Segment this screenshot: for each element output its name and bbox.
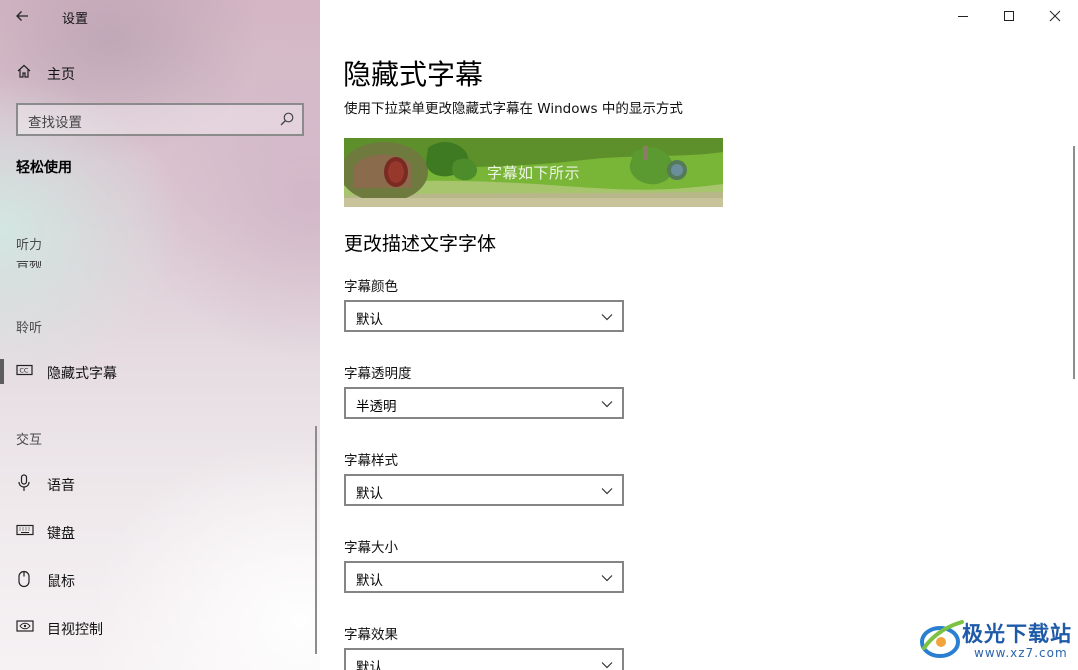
close-icon xyxy=(1049,10,1061,22)
close-button[interactable] xyxy=(1032,0,1078,32)
sidebar-scrollbar[interactable] xyxy=(315,426,317,654)
watermark-text: 极光下载站 xyxy=(962,622,1072,646)
caption-transparency-dropdown[interactable]: 半透明 xyxy=(344,387,624,419)
dropdown-value: 默认 xyxy=(356,486,383,502)
watermark: 极光下载站 www.xz7.com xyxy=(918,614,1074,666)
window-title: 设置 xyxy=(62,12,89,27)
sidebar-item-speech[interactable]: 语音 xyxy=(0,464,318,504)
sidebar-item-label: 音频 xyxy=(16,261,42,268)
caption-preview-image: 字幕如下所示 xyxy=(344,138,723,207)
home-icon xyxy=(16,63,34,81)
caption-style-dropdown[interactable]: 默认 xyxy=(344,474,624,506)
caption-color-label: 字幕颜色 xyxy=(344,279,398,295)
minimize-icon xyxy=(958,16,968,17)
sidebar-item-label: 目视控制 xyxy=(47,622,103,638)
chevron-down-icon xyxy=(600,396,614,410)
sidebar-item-closed-captions[interactable]: CC 隐藏式字幕 xyxy=(0,352,318,392)
search-input[interactable]: 查找设置 xyxy=(16,103,304,136)
eye-control-icon xyxy=(16,618,34,636)
microphone-icon xyxy=(16,474,34,492)
dropdown-value: 默认 xyxy=(356,660,383,670)
section-title: 更改描述文字字体 xyxy=(344,233,497,255)
sidebar-item-label: 键盘 xyxy=(47,526,75,542)
caption-size-dropdown[interactable]: 默认 xyxy=(344,561,624,593)
section-heading-interaction: 交互 xyxy=(16,433,43,448)
chevron-down-icon xyxy=(600,570,614,584)
dropdown-value: 半透明 xyxy=(356,399,397,415)
chevron-down-icon xyxy=(600,309,614,323)
svg-text:CC: CC xyxy=(19,367,29,375)
sidebar-item-mouse[interactable]: 鼠标 xyxy=(0,560,318,600)
sidebar-item-home[interactable]: 主页 xyxy=(0,53,318,93)
caption-effects-label: 字幕效果 xyxy=(344,627,398,643)
preview-caption-text: 字幕如下所示 xyxy=(486,164,580,182)
category-heading: 轻松使用 xyxy=(16,160,72,176)
sidebar: 设置 主页 查找设置 轻松使用 听力 音频 聆听 CC 隐藏式字幕 交互 语音 … xyxy=(0,0,320,670)
caption-effects-dropdown[interactable]: 默认 xyxy=(344,648,624,670)
caption-size-label: 字幕大小 xyxy=(344,540,398,556)
dropdown-value: 默认 xyxy=(356,573,383,589)
search-placeholder: 查找设置 xyxy=(28,115,82,131)
sidebar-item-label: 隐藏式字幕 xyxy=(47,366,117,382)
section-heading-listening: 聆听 xyxy=(16,321,43,336)
back-arrow-icon xyxy=(16,11,28,21)
main-scrollbar[interactable] xyxy=(1073,146,1075,379)
watermark-logo-icon xyxy=(920,620,964,658)
closed-caption-icon: CC xyxy=(16,362,34,380)
minimize-button[interactable] xyxy=(940,0,986,32)
page-title: 隐藏式字幕 xyxy=(343,58,484,91)
maximize-button[interactable] xyxy=(986,0,1032,32)
maximize-icon xyxy=(1004,11,1014,21)
sidebar-item-label: 主页 xyxy=(47,67,75,83)
sidebar-item-keyboard[interactable]: 键盘 xyxy=(0,512,318,552)
sidebar-item-eye-control[interactable]: 目视控制 xyxy=(0,608,318,648)
page-description: 使用下拉菜单更改隐藏式字幕在 Windows 中的显示方式 xyxy=(344,101,683,117)
chevron-down-icon xyxy=(600,483,614,497)
chevron-down-icon xyxy=(600,657,614,670)
sidebar-item-audio-clipped[interactable]: 音频 xyxy=(16,261,42,268)
back-button[interactable] xyxy=(14,5,36,27)
keyboard-icon xyxy=(16,522,34,540)
search-icon[interactable] xyxy=(279,111,295,127)
dropdown-value: 默认 xyxy=(356,312,383,328)
caption-color-dropdown[interactable]: 默认 xyxy=(344,300,624,332)
sidebar-item-label: 语音 xyxy=(47,478,75,494)
main-content: 隐藏式字幕 使用下拉菜单更改隐藏式字幕在 Windows 中的显示方式 字幕如下… xyxy=(320,0,1078,670)
caption-style-label: 字幕样式 xyxy=(344,453,398,469)
mouse-icon xyxy=(16,570,34,588)
sidebar-item-label: 鼠标 xyxy=(47,574,75,590)
section-heading-hearing: 听力 xyxy=(16,238,43,253)
watermark-url: www.xz7.com xyxy=(974,646,1068,660)
caption-transparency-label: 字幕透明度 xyxy=(344,366,412,382)
